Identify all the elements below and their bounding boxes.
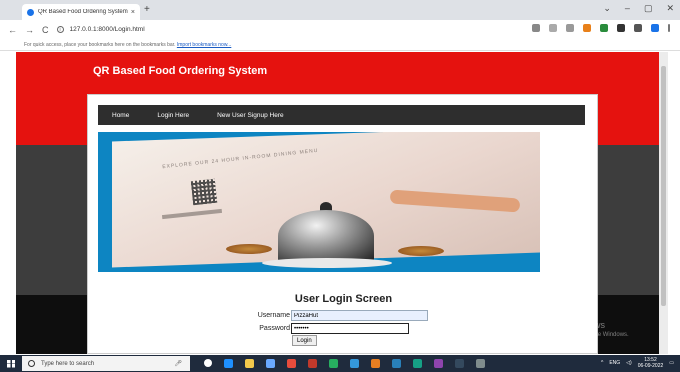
taskbar: Type here to search 🎤︎ ^ ENG ◁) 13:52 06… [0, 355, 680, 372]
back-icon[interactable]: ← [8, 25, 17, 35]
banner-image: EXPLORE OUR 24 HOUR IN-ROOM DINING MENU [98, 132, 540, 272]
app-word-icon[interactable] [392, 359, 401, 368]
activate-windows-watermark: Activate Windows Go to Settings to activ… [534, 320, 629, 338]
app-purple-icon[interactable] [434, 359, 443, 368]
password-label: Password [259, 325, 290, 332]
search-icon [28, 360, 35, 367]
file-explorer-icon[interactable] [245, 359, 254, 368]
browser-tab[interactable]: QR Based Food Ordering System × [22, 4, 140, 20]
nav-signup[interactable]: New User Signup Here [203, 112, 297, 119]
watermark-title: Activate Windows [534, 320, 606, 330]
nav-login[interactable]: Login Here [143, 112, 203, 119]
browser-tab-bar: QR Based Food Ordering System × + ⌄ – ▢ … [0, 0, 680, 20]
serving-plate [262, 258, 392, 268]
reload-icon[interactable]: C [42, 25, 49, 35]
task-view-icon[interactable] [204, 359, 212, 367]
system-tray: ^ ENG ◁) 13:52 06-09-2022 ▭ [601, 357, 674, 369]
username-input[interactable] [291, 310, 428, 321]
key-icon[interactable] [532, 24, 540, 32]
nav-home[interactable]: Home [98, 112, 143, 119]
share-icon[interactable] [549, 24, 557, 32]
start-button[interactable] [0, 355, 22, 372]
store-icon[interactable] [266, 359, 275, 368]
login-title: User Login Screen [294, 293, 393, 305]
tab-search-icon[interactable]: ⌄ [603, 3, 611, 14]
tray-lang[interactable]: ENG [609, 360, 620, 366]
taskbar-search[interactable]: Type here to search 🎤︎ [22, 356, 190, 371]
tab-title: QR Based Food Ordering System [38, 9, 128, 15]
window-controls: ⌄ – ▢ ✕ [603, 3, 674, 14]
chrome-icon[interactable] [371, 359, 380, 368]
app-terminal-icon[interactable] [455, 359, 464, 368]
new-tab-button[interactable]: + [144, 4, 150, 15]
favicon-icon [27, 8, 34, 16]
app-blue-icon[interactable] [350, 359, 359, 368]
pinned-apps [204, 359, 485, 368]
shield-icon[interactable] [600, 24, 608, 32]
mic-icon[interactable]: 🎤︎ [174, 360, 182, 367]
app-red-icon[interactable] [287, 359, 296, 368]
notification-icon[interactable]: ▭ [669, 360, 674, 366]
close-window-button[interactable]: ✕ [666, 3, 674, 14]
tray-chevron-icon[interactable]: ^ [601, 360, 603, 366]
windows-logo-icon [7, 359, 15, 368]
maximize-button[interactable]: ▢ [644, 3, 653, 14]
app-green-icon[interactable] [329, 359, 338, 368]
watermark-subtitle: Go to Settings to activate Windows. [534, 332, 629, 338]
site-title: QR Based Food Ordering System [93, 65, 268, 77]
puzzle-icon[interactable] [617, 24, 625, 32]
clock[interactable]: 13:52 06-09-2022 [638, 357, 664, 369]
top-navigation: Home Login Here New User Signup Here [98, 105, 585, 125]
profile-icon[interactable] [651, 24, 659, 32]
extension-icons [532, 24, 670, 32]
username-label: Username [257, 312, 290, 319]
url-field[interactable]: 127.0.0.1:8000/Login.html [70, 26, 145, 33]
username-row: Username [250, 310, 428, 321]
forward-icon[interactable]: → [25, 25, 34, 35]
login-button[interactable]: Login [292, 335, 317, 346]
scrollbar[interactable] [659, 52, 668, 354]
bookmarks-bar: For quick access, place your bookmarks h… [0, 39, 680, 51]
import-bookmarks-link[interactable]: Import bookmarks now... [177, 42, 231, 48]
password-input[interactable] [291, 323, 409, 334]
minimize-button[interactable]: – [625, 3, 630, 14]
bookmarks-hint: For quick access, place your bookmarks h… [24, 42, 176, 48]
password-row: Password [250, 323, 409, 334]
clock-date: 06-09-2022 [637, 363, 664, 369]
scroll-thumb[interactable] [661, 66, 666, 306]
app-orange-icon[interactable] [308, 359, 317, 368]
dish-right [398, 246, 444, 256]
app-gray-icon[interactable] [476, 359, 485, 368]
search-placeholder: Type here to search [41, 360, 95, 367]
cloche-icon [278, 210, 374, 262]
edge-icon[interactable] [224, 359, 233, 368]
qr-code-icon [190, 178, 218, 206]
address-bar: ← → C i 127.0.0.1:8000/Login.html [0, 20, 680, 39]
star-icon[interactable] [566, 24, 574, 32]
menu-icon[interactable] [668, 24, 670, 32]
tab-close-icon[interactable]: × [131, 9, 135, 16]
site-info-icon[interactable]: i [56, 26, 64, 33]
dish-left [226, 244, 272, 254]
app-teal-icon[interactable] [413, 359, 422, 368]
content-container: Home Login Here New User Signup Here EXP… [87, 94, 598, 354]
metamask-icon[interactable] [583, 24, 591, 32]
page-viewport: QR Based Food Ordering System Home Login… [16, 52, 668, 354]
volume-icon[interactable]: ◁) [626, 360, 632, 366]
sidebar-icon[interactable] [634, 24, 642, 32]
